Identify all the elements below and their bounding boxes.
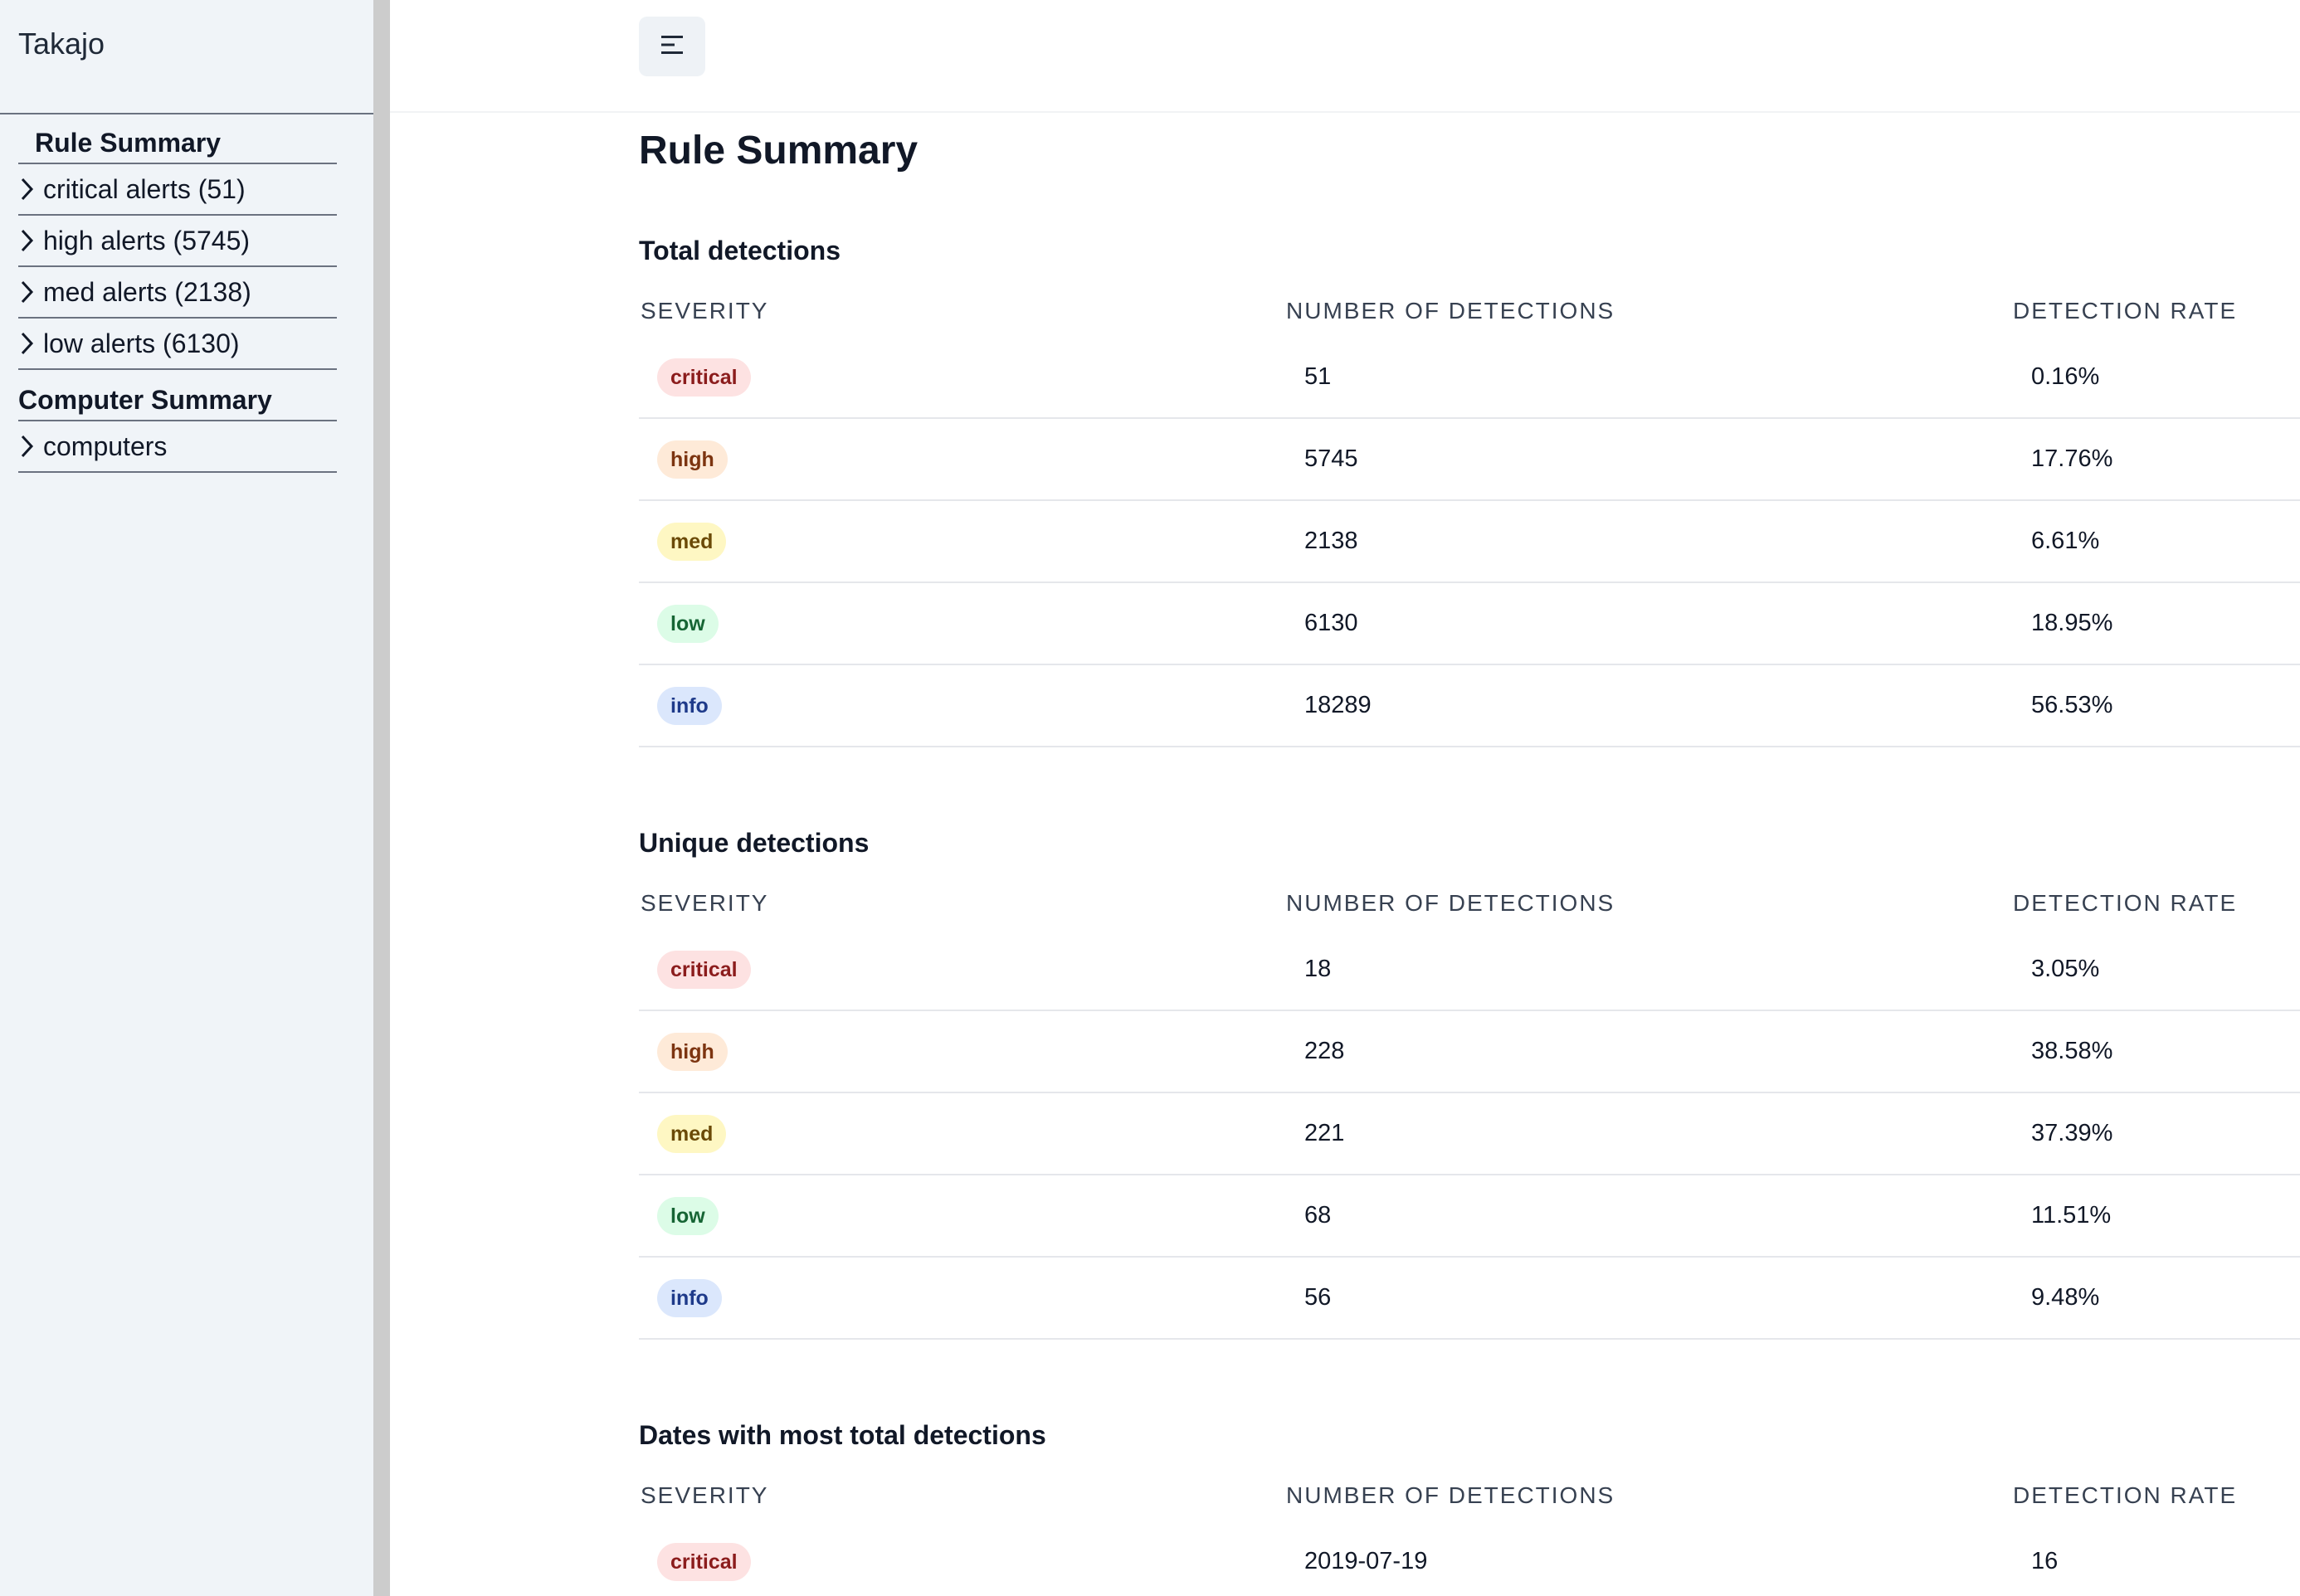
table-row: info 18289 56.53% [639, 665, 2300, 747]
nav-item-high-alerts[interactable]: high alerts (5745) [18, 216, 337, 267]
detection-count: 5745 [1304, 445, 1358, 472]
table-row: med 2138 6.61% [639, 501, 2300, 583]
table-row: critical 51 0.16% [639, 337, 2300, 419]
severity-badge: high [657, 440, 728, 479]
table-row: critical 2019-07-19 16 [639, 1521, 2300, 1596]
chevron-right-icon [18, 224, 43, 257]
severity-badge: med [657, 523, 727, 561]
sidebar-nav: Rule Summary critical alerts (51) high a… [18, 113, 337, 473]
column-header-severity[interactable]: Severity [641, 285, 768, 337]
app-root: Takajo Rule Summary critical alerts (51)… [0, 0, 2300, 1596]
detection-count: 221 [1304, 1120, 1345, 1146]
nav-item-label: high alerts (5745) [43, 226, 251, 255]
detection-count: 6130 [1304, 610, 1358, 636]
column-header-count[interactable]: Number of detections [1286, 285, 1615, 337]
nav-item-computers[interactable]: computers [18, 421, 337, 473]
table-row: high 5745 17.76% [639, 419, 2300, 501]
column-header-count[interactable]: Number of detections [1286, 878, 1615, 929]
app-brand[interactable]: Takajo [18, 27, 105, 61]
detection-count: 56 [1304, 1284, 1332, 1311]
chevron-right-icon [18, 275, 43, 309]
severity-badge: high [657, 1033, 728, 1071]
menu-icon [660, 34, 685, 60]
page-title: Rule Summary [639, 129, 919, 173]
detection-date: 2019-07-19 [1304, 1548, 1428, 1574]
severity-badge: low [657, 1197, 719, 1235]
severity-badge: critical [657, 951, 751, 989]
detection-count: 68 [1304, 1202, 1332, 1229]
detection-rate: 0.16% [2031, 363, 2100, 390]
column-header-rate[interactable]: Detection rate [2013, 1470, 2237, 1521]
detection-rate: 6.61% [2031, 528, 2100, 554]
detection-count: 228 [1304, 1038, 1345, 1064]
detection-count: 51 [1304, 363, 1332, 390]
column-header-severity[interactable]: Severity [641, 1470, 768, 1521]
detection-count: 18289 [1304, 692, 1372, 718]
top-bar [390, 0, 2300, 113]
severity-badge: critical [657, 1543, 751, 1581]
detection-rate: 56.53% [2031, 692, 2113, 718]
detection-rate: 37.39% [2031, 1120, 2113, 1146]
table-row: critical 18 3.05% [639, 929, 2300, 1011]
table-row: low 6130 18.95% [639, 583, 2300, 665]
chevron-right-icon [18, 173, 43, 206]
detection-rate: 9.48% [2031, 1284, 2100, 1311]
column-header-severity[interactable]: Severity [641, 878, 768, 929]
nav-item-low-alerts[interactable]: low alerts (6130) [18, 319, 337, 370]
table-row: low 68 11.51% [639, 1175, 2300, 1258]
detection-rate: 3.05% [2031, 956, 2100, 982]
severity-badge: info [657, 687, 722, 725]
nav-item-label: critical alerts (51) [43, 174, 246, 204]
nav-item-label: computers [43, 431, 168, 461]
section-title-dates: Dates with most total detections [639, 1420, 1046, 1450]
severity-badge: info [657, 1279, 722, 1317]
unique-detections-table: Severity Number of detections Detection … [639, 878, 2300, 1340]
sidebar: Takajo Rule Summary critical alerts (51)… [0, 0, 390, 1596]
table-header: Severity Number of detections Detection … [639, 878, 2300, 929]
table-row: med 221 37.39% [639, 1093, 2300, 1175]
column-header-rate[interactable]: Detection rate [2013, 878, 2237, 929]
table-row: high 228 38.58% [639, 1011, 2300, 1093]
detection-rate: 18.95% [2031, 610, 2113, 636]
nav-item-label: low alerts (6130) [43, 328, 240, 358]
chevron-right-icon [18, 327, 43, 360]
table-row: info 56 9.48% [639, 1258, 2300, 1340]
table-header: Severity Number of detections Detection … [639, 1470, 2300, 1521]
nav-item-med-alerts[interactable]: med alerts (2138) [18, 267, 337, 319]
nav-item-label: med alerts (2138) [43, 277, 251, 307]
chevron-right-icon [18, 430, 43, 463]
severity-badge: med [657, 1115, 727, 1153]
menu-toggle-button[interactable] [639, 17, 705, 76]
column-header-rate[interactable]: Detection rate [2013, 285, 2237, 337]
detection-rate: 38.58% [2031, 1038, 2113, 1064]
severity-badge: low [657, 605, 719, 643]
column-header-count[interactable]: Number of detections [1286, 1470, 1615, 1521]
section-title-total: Total detections [639, 236, 841, 265]
nav-heading-rule-summary[interactable]: Rule Summary [18, 113, 337, 164]
detection-count: 2138 [1304, 528, 1358, 554]
detection-rate: 16 [2031, 1548, 2059, 1574]
detection-count: 18 [1304, 956, 1332, 982]
dates-detections-table: Severity Number of detections Detection … [639, 1470, 2300, 1596]
detection-rate: 11.51% [2031, 1202, 2112, 1229]
detection-rate: 17.76% [2031, 445, 2113, 472]
section-title-unique: Unique detections [639, 828, 870, 858]
severity-badge: critical [657, 358, 751, 397]
total-detections-table: Severity Number of detections Detection … [639, 285, 2300, 747]
table-header: Severity Number of detections Detection … [639, 285, 2300, 337]
nav-heading-computer-summary[interactable]: Computer Summary [18, 370, 337, 421]
nav-item-critical-alerts[interactable]: critical alerts (51) [18, 164, 337, 216]
